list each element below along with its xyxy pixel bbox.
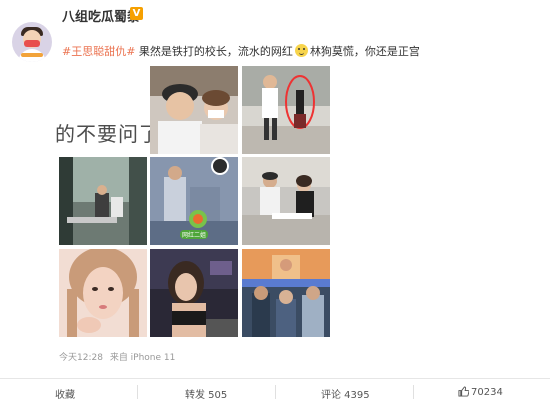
repost-button[interactable]: 转发 505 bbox=[185, 386, 227, 401]
post-text-part-2: 林狗莫慌，你还是正宫 bbox=[309, 45, 420, 58]
photo-3[interactable] bbox=[59, 157, 147, 245]
photo-7[interactable] bbox=[150, 249, 238, 337]
sticker-text: 网红二姐 bbox=[182, 231, 206, 239]
photo-2[interactable] bbox=[242, 66, 330, 154]
post-timestamp[interactable]: 今天12:28 bbox=[59, 353, 103, 363]
laughing-emoji-icon bbox=[294, 44, 308, 57]
post-meta: 今天12:28 来自 iPhone 11 bbox=[59, 350, 175, 363]
avatar[interactable] bbox=[12, 22, 52, 62]
action-separator bbox=[275, 385, 276, 399]
divider bbox=[0, 378, 550, 379]
hashtag-link[interactable]: #王思聪甜仇# bbox=[62, 45, 135, 58]
post-source: 来自 iPhone 11 bbox=[109, 353, 176, 363]
action-separator bbox=[137, 385, 138, 399]
thumbs-up-icon bbox=[458, 386, 469, 397]
like-count: 70234 bbox=[471, 387, 503, 398]
photo-8[interactable] bbox=[242, 249, 330, 337]
like-button[interactable]: 70234 bbox=[458, 386, 503, 398]
comment-button[interactable]: 评论 4395 bbox=[321, 386, 370, 401]
post-text: #王思聪甜仇# 果然是铁打的校长，流水的网红 林狗莫慌，你还是正宫 bbox=[62, 43, 420, 59]
photo-6[interactable] bbox=[59, 249, 147, 337]
favorite-button[interactable]: 收藏 bbox=[55, 386, 75, 401]
photo-1[interactable] bbox=[150, 66, 238, 154]
photo-5[interactable] bbox=[242, 157, 330, 245]
post-text-part-1: 果然是铁打的校长，流水的网红 bbox=[135, 45, 293, 58]
verified-badge-icon: V bbox=[130, 7, 143, 20]
username[interactable]: 八组吃瓜蜀黍 bbox=[62, 6, 140, 25]
photo-4[interactable]: 网红二姐 bbox=[150, 157, 238, 245]
action-separator bbox=[413, 385, 414, 399]
